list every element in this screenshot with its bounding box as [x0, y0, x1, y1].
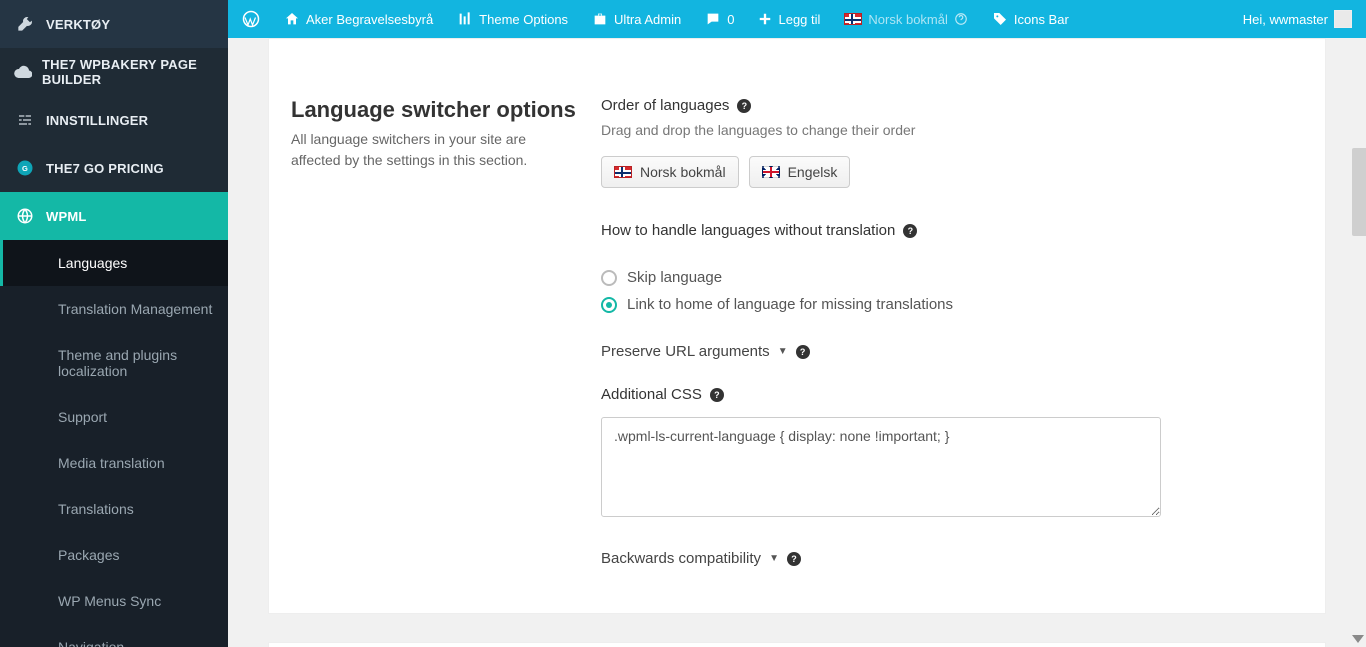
submenu-item-theme-plugins-localization[interactable]: Theme and plugins localization	[0, 332, 228, 394]
help-icon[interactable]: ?	[737, 99, 751, 113]
go-pricing-icon: G	[14, 157, 36, 179]
section-title: Language switcher options	[291, 97, 577, 123]
submenu-item-navigation[interactable]: Navigation	[0, 624, 228, 647]
equalizer-icon	[457, 11, 473, 27]
missing-label: How to handle languages without translat…	[601, 222, 1295, 239]
sidebar-label: VERKTØY	[46, 17, 110, 32]
wrench-icon	[14, 13, 36, 35]
briefcase-icon	[592, 11, 608, 27]
comment-icon	[705, 11, 721, 27]
language-order-list: Norsk bokmål Engelsk	[601, 156, 1295, 188]
radio-icon	[601, 297, 617, 313]
flag-gb-icon	[762, 166, 780, 178]
icons-bar-link[interactable]: Icons Bar	[992, 11, 1069, 27]
submenu-item-media-translation[interactable]: Media translation	[0, 440, 228, 486]
flag-no-icon	[844, 13, 862, 25]
language-indicator[interactable]: Norsk bokmål	[844, 12, 967, 27]
site-name: Aker Begravelsesbyrå	[306, 12, 433, 27]
avatar-icon	[1334, 10, 1352, 28]
submenu-item-support[interactable]: Support	[0, 394, 228, 440]
flag-no-icon	[614, 166, 632, 178]
sliders-icon	[14, 109, 36, 131]
plus-icon	[758, 12, 772, 26]
sidebar-label: WPML	[46, 209, 87, 224]
account-link[interactable]: Hei, wwmaster	[1243, 10, 1352, 28]
radio-skip-language[interactable]: Skip language	[601, 269, 1295, 286]
svg-text:G: G	[22, 164, 28, 173]
tag-icon	[992, 11, 1008, 27]
site-name-link[interactable]: Aker Begravelsesbyrå	[284, 11, 433, 27]
additional-css-label: Additional CSS ?	[601, 386, 1295, 403]
preserve-url-expander[interactable]: Preserve URL arguments ▼ ?	[601, 343, 1295, 360]
help-icon[interactable]: ?	[903, 224, 917, 238]
help-icon[interactable]: ?	[796, 345, 810, 359]
caret-down-icon: ▼	[778, 346, 788, 357]
cloud-icon	[14, 61, 32, 83]
caret-down-icon: ▼	[769, 553, 779, 564]
submenu-item-languages[interactable]: Languages	[0, 240, 228, 286]
next-panel-peek	[268, 642, 1326, 647]
comments-link[interactable]: 0	[705, 11, 734, 27]
scroll-down-arrow-icon[interactable]	[1352, 635, 1364, 643]
radio-icon	[601, 270, 617, 286]
order-hint: Drag and drop the languages to change th…	[601, 122, 1295, 138]
sidebar-label: THE7 WPBAKERY PAGE BUILDER	[42, 57, 216, 87]
language-pill-norsk[interactable]: Norsk bokmål	[601, 156, 739, 188]
sidebar-item-gopricing[interactable]: G THE7 GO PRICING	[0, 144, 228, 192]
wordpress-icon	[242, 10, 260, 28]
help-icon[interactable]: ?	[710, 388, 724, 402]
order-label: Order of languages ?	[601, 97, 1295, 114]
help-circle-icon	[954, 12, 968, 26]
sidebar-submenu-wpml: Languages Translation Management Theme a…	[0, 240, 228, 647]
submenu-item-wp-menus-sync[interactable]: WP Menus Sync	[0, 578, 228, 624]
sidebar-item-tools[interactable]: VERKTØY	[0, 0, 228, 48]
sidebar-label: THE7 GO PRICING	[46, 161, 164, 176]
submenu-item-translation-management[interactable]: Translation Management	[0, 286, 228, 332]
language-pill-engelsk[interactable]: Engelsk	[749, 156, 851, 188]
wp-logo[interactable]	[242, 10, 260, 28]
theme-options-link[interactable]: Theme Options	[457, 11, 568, 27]
sidebar-item-wpml[interactable]: WPML	[0, 192, 228, 240]
admin-sidebar: VERKTØY THE7 WPBAKERY PAGE BUILDER INNST…	[0, 0, 228, 647]
content-area[interactable]: Language switcher options All language s…	[228, 38, 1366, 647]
language-switcher-panel: Language switcher options All language s…	[268, 38, 1326, 614]
sidebar-label: INNSTILLINGER	[46, 113, 148, 128]
radio-link-home[interactable]: Link to home of language for missing tra…	[601, 296, 1295, 313]
backcompat-expander[interactable]: Backwards compatibility ▼ ?	[601, 550, 1295, 567]
ultra-admin-link[interactable]: Ultra Admin	[592, 11, 681, 27]
sidebar-item-wpbakery[interactable]: THE7 WPBAKERY PAGE BUILDER	[0, 48, 228, 96]
submenu-item-translations[interactable]: Translations	[0, 486, 228, 532]
submenu-item-packages[interactable]: Packages	[0, 532, 228, 578]
sidebar-item-settings[interactable]: INNSTILLINGER	[0, 96, 228, 144]
wpml-icon	[14, 205, 36, 227]
home-icon	[284, 11, 300, 27]
scrollbar-thumb[interactable]	[1352, 148, 1366, 236]
add-new-link[interactable]: Legg til	[758, 12, 820, 27]
additional-css-textarea[interactable]	[601, 417, 1161, 517]
admin-bar: Aker Begravelsesbyrå Theme Options Ultra…	[228, 0, 1366, 38]
section-desc: All language switchers in your site are …	[291, 129, 577, 171]
help-icon[interactable]: ?	[787, 552, 801, 566]
